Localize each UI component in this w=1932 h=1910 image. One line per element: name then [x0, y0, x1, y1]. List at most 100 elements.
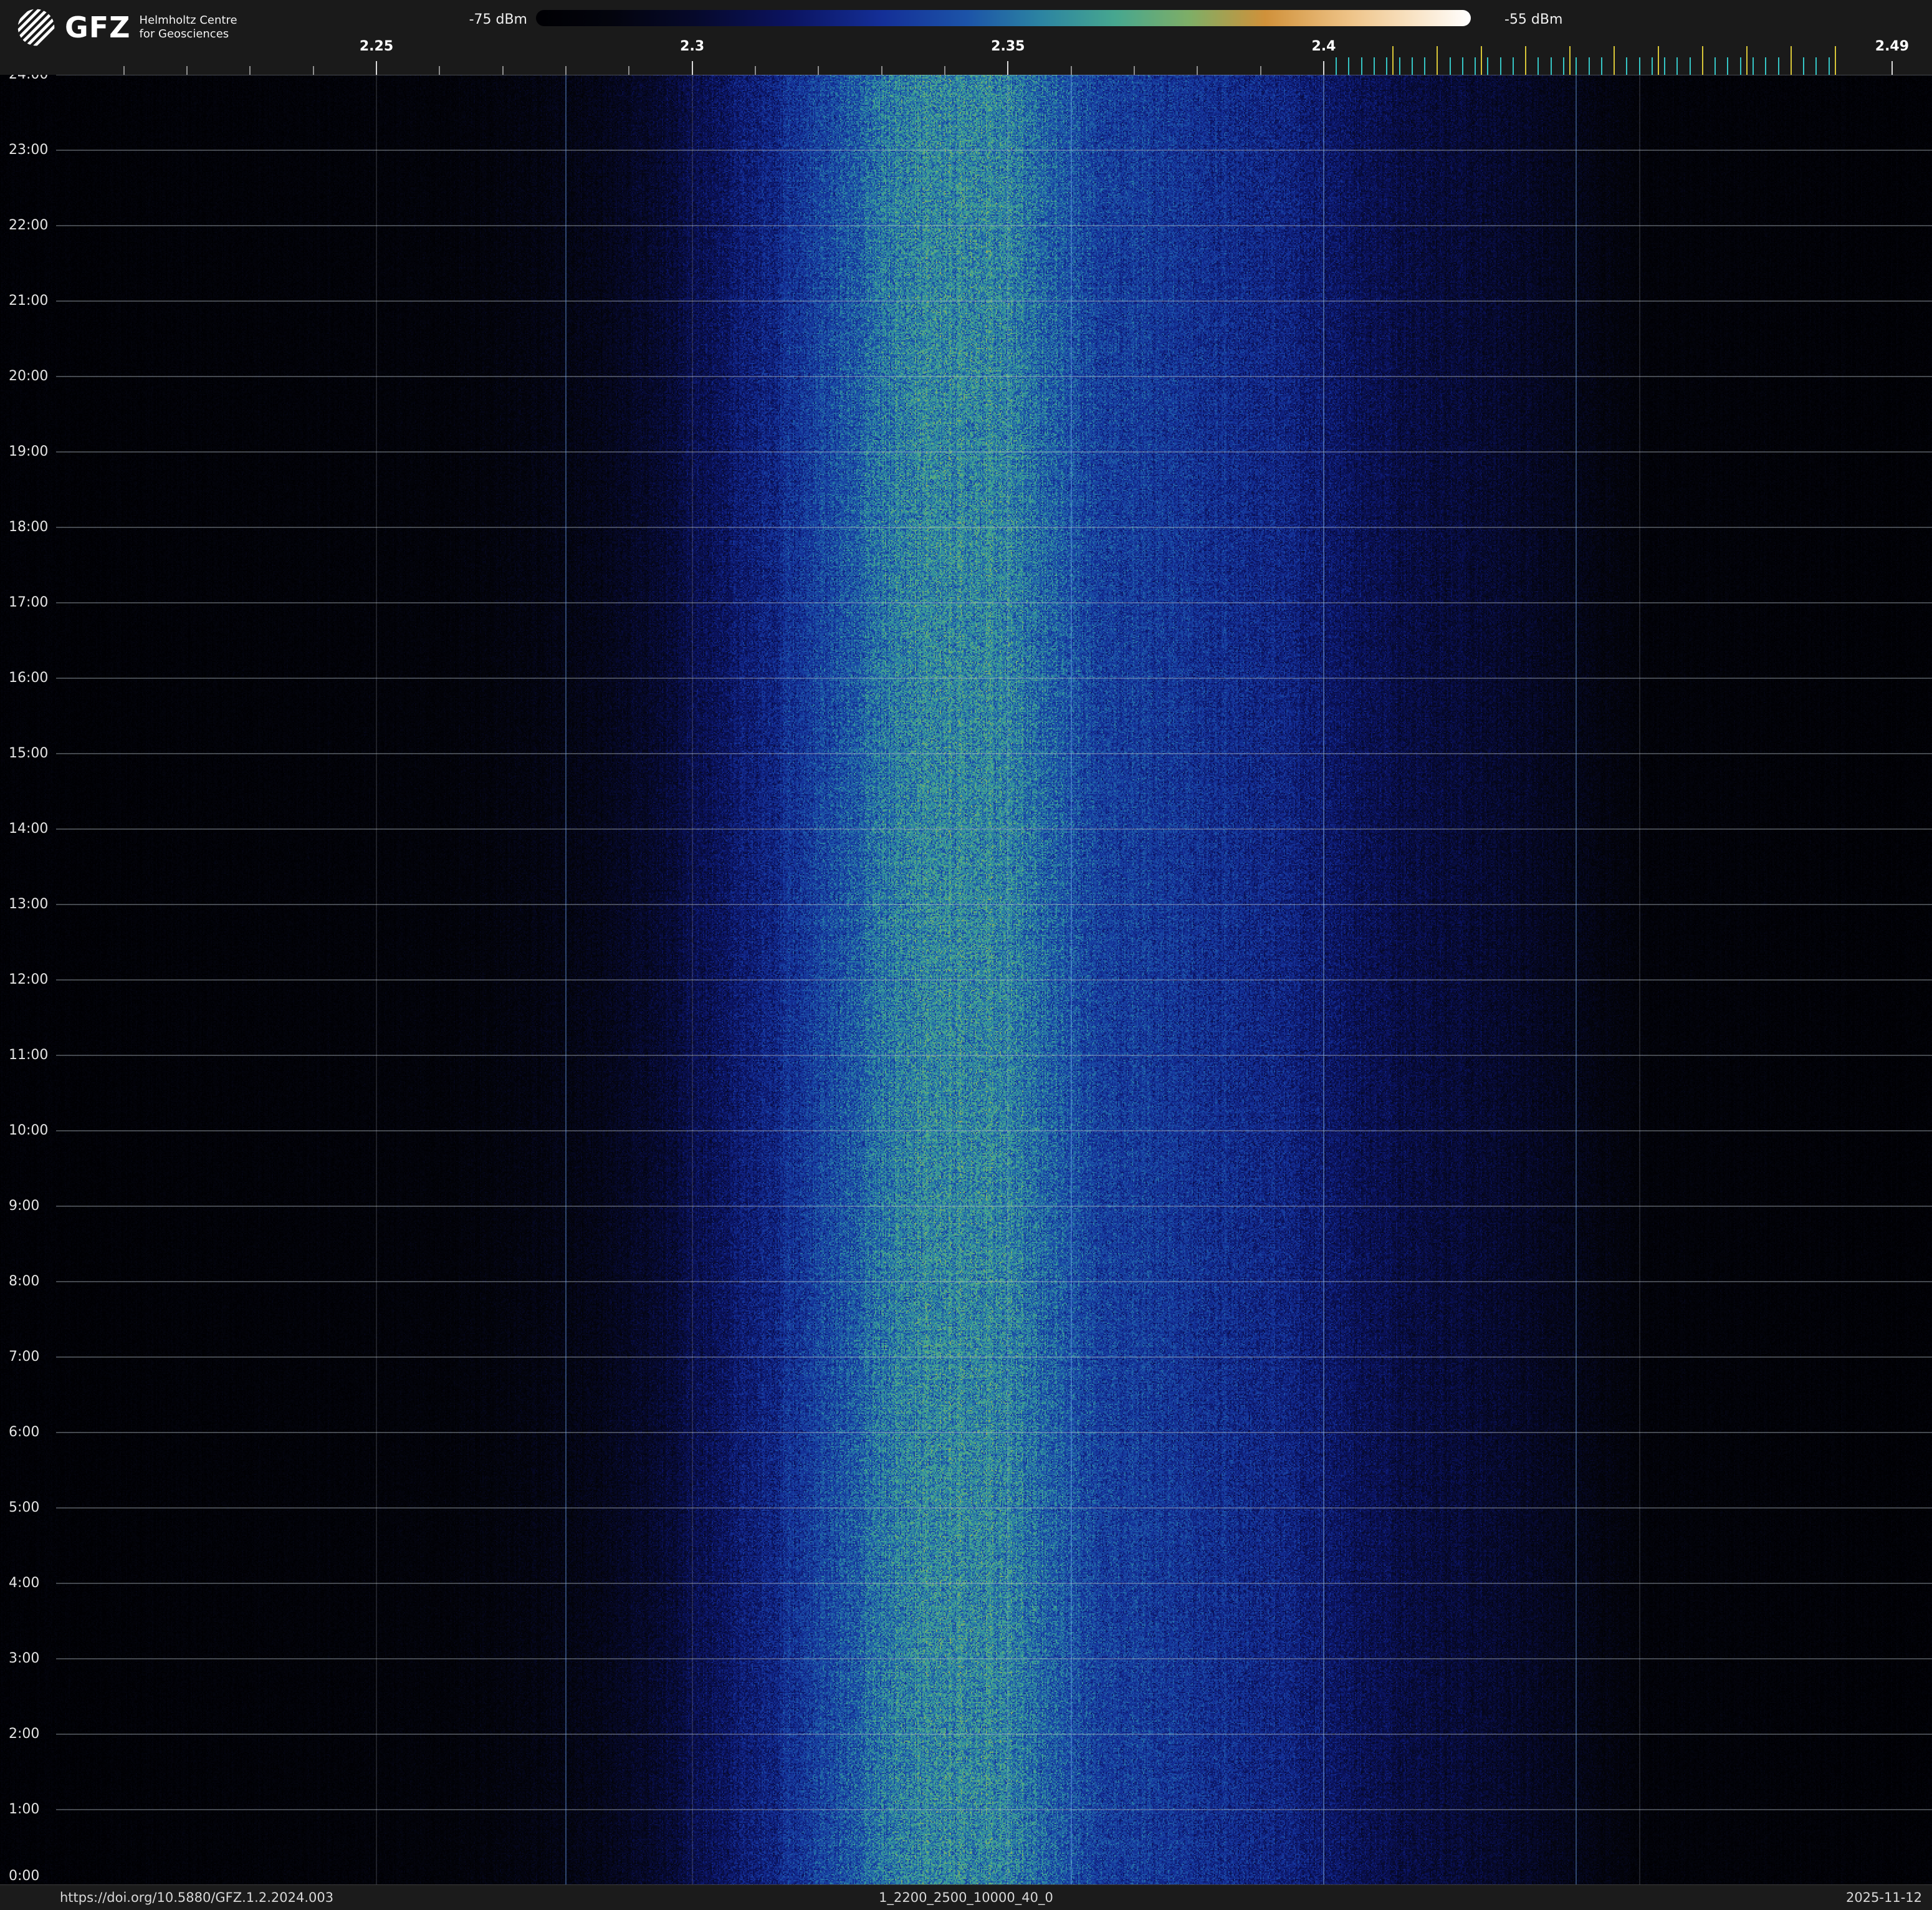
time-label: 20:00 — [9, 368, 48, 385]
date-label: 2025-11-12 — [1846, 1890, 1922, 1905]
hour-gridline — [56, 150, 1932, 151]
hour-gridline — [56, 1281, 1932, 1282]
hour-gridline — [56, 1809, 1932, 1810]
header-bar: GFZ Helmholtz Centre for Geosciences -75… — [0, 0, 1932, 75]
freq-gridline — [692, 75, 693, 1885]
freq-tick-minor — [502, 66, 504, 75]
hour-gridline — [56, 300, 1932, 302]
freq-tick-channel-teal — [1475, 57, 1476, 75]
time-label: 22:00 — [9, 218, 48, 234]
freq-tick-channel-yellow — [1525, 46, 1526, 75]
time-label: 4:00 — [9, 1575, 39, 1591]
frequency-axis: 2.252.32.352.42.49 — [0, 0, 1932, 75]
freq-tick-minor — [249, 66, 251, 75]
freq-tick-channel-yellow — [1569, 46, 1571, 75]
freq-tick-channel-teal — [1626, 57, 1627, 75]
freq-tick-channel-teal — [1753, 57, 1754, 75]
freq-tick-minor — [123, 66, 125, 75]
freq-tick-channel-yellow — [1614, 46, 1615, 75]
freq-tick-label: 2.3 — [680, 39, 704, 54]
footer-bar: https://doi.org/10.5880/GFZ.1.2.2024.003… — [0, 1884, 1932, 1910]
freq-tick-major — [1891, 61, 1893, 75]
freq-tick-channel-teal — [1563, 57, 1564, 75]
freq-tick-channel-teal — [1487, 57, 1488, 75]
hour-gridline — [56, 678, 1932, 679]
freq-gridline-accent — [565, 75, 567, 1885]
time-label: 6:00 — [9, 1424, 39, 1441]
time-label: 3:00 — [9, 1651, 39, 1667]
freq-tick-minor — [313, 66, 314, 75]
freq-gridline-accent — [1576, 75, 1577, 1885]
freq-tick-channel-teal — [1815, 57, 1817, 75]
freq-tick-channel-teal — [1551, 57, 1552, 75]
freq-tick-channel-teal — [1639, 57, 1640, 75]
hour-gridline — [56, 1206, 1932, 1207]
freq-tick-channel-teal — [1803, 57, 1804, 75]
freq-tick-label: 2.25 — [360, 39, 393, 54]
freq-tick-channel-teal — [1500, 57, 1501, 75]
freq-tick-channel-teal — [1386, 57, 1387, 75]
hour-gridline — [56, 1055, 1932, 1056]
time-label: 21:00 — [9, 293, 48, 309]
freq-tick-channel-teal — [1412, 57, 1413, 75]
freq-gridline — [376, 75, 377, 1885]
time-label: 16:00 — [9, 670, 48, 686]
freq-tick-channel-yellow — [1702, 46, 1703, 75]
freq-tick-channel-teal — [1676, 57, 1678, 75]
hour-gridline — [56, 451, 1932, 453]
freq-tick-channel-yellow — [1437, 46, 1438, 75]
freq-tick-minor — [818, 66, 819, 75]
spectrogram-page: GFZ Helmholtz Centre for Geosciences -75… — [0, 0, 1932, 1910]
freq-tick-channel-teal — [1424, 57, 1425, 75]
hour-gridline — [56, 828, 1932, 830]
freq-gridline-accent — [1323, 75, 1324, 1885]
freq-tick-label: 2.4 — [1311, 39, 1336, 54]
hour-gridline — [56, 979, 1932, 981]
freq-tick-minor — [1197, 66, 1198, 75]
time-label: 0:00 — [9, 1868, 39, 1884]
hour-gridline — [56, 1432, 1932, 1433]
hour-gridline — [56, 225, 1932, 226]
time-label: 9:00 — [9, 1198, 39, 1214]
freq-tick-major — [1323, 61, 1324, 75]
freq-tick-channel-teal — [1399, 57, 1400, 75]
freq-tick-channel-teal — [1664, 57, 1665, 75]
freq-tick-channel-yellow — [1791, 46, 1792, 75]
freq-tick-channel-teal — [1601, 57, 1602, 75]
freq-tick-channel-teal — [1513, 57, 1514, 75]
time-label: 23:00 — [9, 142, 48, 158]
freq-tick-minor — [565, 66, 567, 75]
freq-tick-channel-teal — [1714, 57, 1716, 75]
time-label: 15:00 — [9, 746, 48, 762]
hour-gridline — [56, 1658, 1932, 1659]
time-label: 2:00 — [9, 1726, 39, 1742]
freq-tick-channel-teal — [1740, 57, 1741, 75]
freq-tick-minor — [1071, 66, 1072, 75]
freq-tick-channel-yellow — [1658, 46, 1659, 75]
freq-tick-channel-teal — [1765, 57, 1766, 75]
hour-gridline — [56, 1734, 1932, 1735]
time-label: 17:00 — [9, 595, 48, 611]
freq-tick-minor — [628, 66, 629, 75]
freq-tick-minor — [881, 66, 882, 75]
freq-tick-minor — [186, 66, 188, 75]
doi-text: https://doi.org/10.5880/GFZ.1.2.2024.003 — [60, 1890, 333, 1905]
freq-tick-channel-teal — [1462, 57, 1463, 75]
freq-tick-channel-yellow — [1392, 46, 1394, 75]
time-label: 12:00 — [9, 972, 48, 988]
dataset-filename: 1_2200_2500_10000_40_0 — [879, 1890, 1053, 1905]
spectrogram-plot: 24:0023:0022:0021:0020:0019:0018:0017:00… — [0, 75, 1932, 1885]
freq-tick-channel-teal — [1336, 57, 1337, 75]
hour-gridline — [56, 904, 1932, 905]
freq-tick-label: 2.35 — [991, 39, 1025, 54]
hour-gridline — [56, 1583, 1932, 1584]
freq-tick-channel-teal — [1348, 57, 1349, 75]
freq-tick-minor — [944, 66, 945, 75]
freq-tick-channel-teal — [1589, 57, 1590, 75]
freq-tick-channel-teal — [1727, 57, 1728, 75]
time-label: 14:00 — [9, 821, 48, 837]
freq-tick-channel-yellow — [1835, 46, 1836, 75]
hour-gridline — [56, 1130, 1932, 1131]
freq-gridline — [1639, 75, 1640, 1885]
freq-tick-major — [376, 61, 377, 75]
